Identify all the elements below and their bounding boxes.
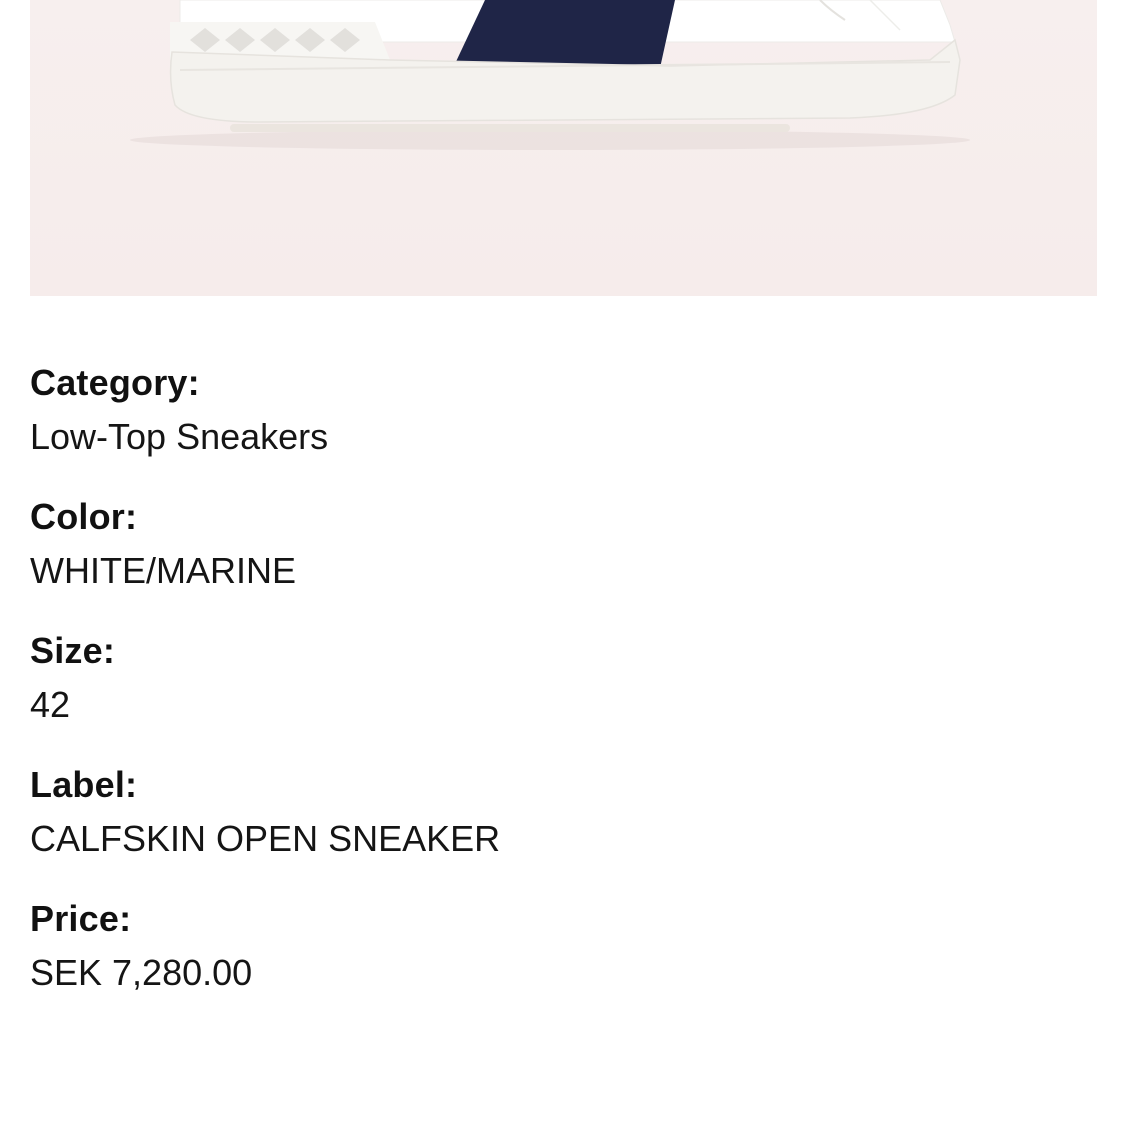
detail-value: WHITE/MARINE: [30, 550, 296, 591]
detail-label: Label:: [30, 764, 138, 805]
detail-price: Price: SEK 7,280.00: [30, 894, 1090, 1002]
detail-value: CALFSKIN OPEN SNEAKER: [30, 818, 501, 859]
detail-color: Color: WHITE/MARINE: [30, 492, 1090, 600]
detail-value: SEK 7,280.00: [30, 952, 253, 993]
detail-label-name: Label: CALFSKIN OPEN SNEAKER: [30, 760, 1090, 868]
detail-category: Category: Low-Top Sneakers: [30, 358, 1090, 466]
detail-value: 42: [30, 684, 71, 725]
detail-label: Size:: [30, 630, 116, 671]
detail-label: Category:: [30, 362, 200, 403]
detail-label: Price:: [30, 898, 132, 939]
detail-size: Size: 42: [30, 626, 1090, 734]
product-page: Category: Low-Top Sneakers Color: WHITE/…: [0, 0, 1125, 1125]
sneaker-image: [130, 0, 970, 150]
detail-label: Color:: [30, 496, 138, 537]
product-image: [30, 0, 1097, 296]
detail-value: Low-Top Sneakers: [30, 416, 329, 457]
product-details: Category: Low-Top Sneakers Color: WHITE/…: [30, 358, 1090, 1028]
